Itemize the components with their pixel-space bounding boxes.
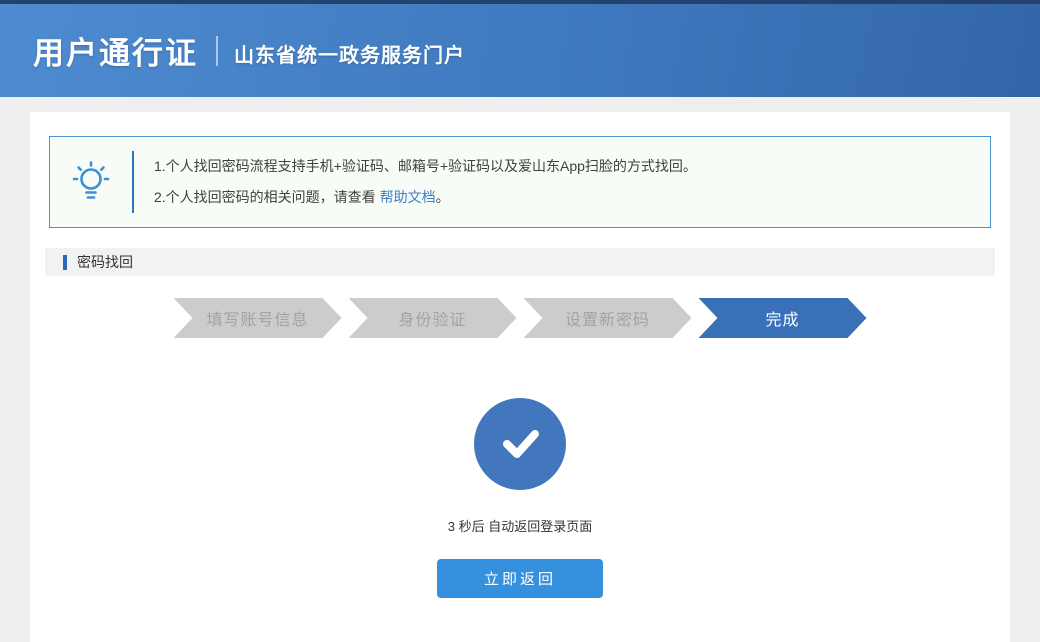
progress-steps: 填写账号信息 身份验证 设置新密码 完成 — [30, 298, 1010, 338]
tip-line-1: 1.个人找回密码流程支持手机+验证码、邮箱号+验证码以及爱山东App扫脸的方式找… — [154, 151, 697, 182]
tip-line-2-period: 。 — [436, 189, 450, 205]
section-header: 密码找回 — [45, 248, 995, 276]
countdown-text: 3 秒后 自动返回登录页面 — [30, 516, 1010, 535]
lightbulb-icon — [50, 160, 132, 204]
button-row: 立即返回 — [30, 559, 1010, 598]
success-area — [30, 398, 1010, 490]
content-card: 1.个人找回密码流程支持手机+验证码、邮箱号+验证码以及爱山东App扫脸的方式找… — [30, 112, 1010, 642]
step-identity-verification: 身份验证 — [349, 298, 517, 338]
check-icon — [474, 398, 566, 490]
portal-subtitle: 山东省统一政务服务门户 — [234, 39, 465, 68]
help-doc-link[interactable]: 帮助文档 — [380, 189, 436, 205]
tip-box: 1.个人找回密码流程支持手机+验证码、邮箱号+验证码以及爱山东App扫脸的方式找… — [49, 136, 991, 228]
tip-line-2-text: 2.个人找回密码的相关问题，请查看 — [154, 189, 380, 205]
step-set-new-password: 设置新密码 — [524, 298, 692, 338]
tip-text: 1.个人找回密码流程支持手机+验证码、邮箱号+验证码以及爱山东App扫脸的方式找… — [134, 151, 697, 213]
section-title: 密码找回 — [77, 252, 133, 272]
header-divider — [216, 36, 218, 66]
section-accent-bar — [63, 255, 67, 270]
step-complete: 完成 — [699, 298, 867, 338]
tip-line-2: 2.个人找回密码的相关问题，请查看 帮助文档。 — [154, 182, 697, 213]
app-header: 用户通行证 山东省统一政务服务门户 — [0, 0, 1040, 97]
app-title: 用户通行证 — [33, 28, 198, 73]
return-now-button[interactable]: 立即返回 — [437, 559, 603, 598]
step-fill-account-info: 填写账号信息 — [174, 298, 342, 338]
